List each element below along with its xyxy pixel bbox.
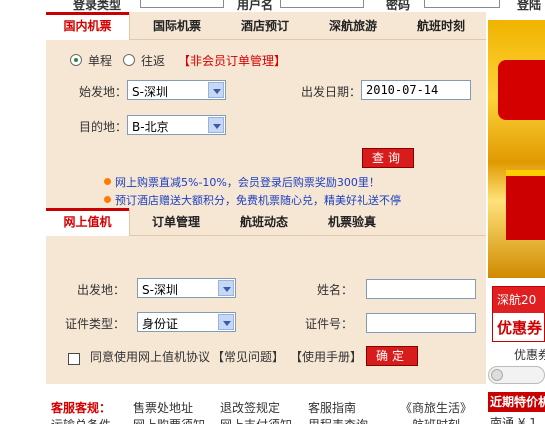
- tab-ticket-verify[interactable]: 机票验真: [310, 208, 394, 236]
- chevron-down-icon[interactable]: [218, 314, 234, 330]
- login-type-label: 登录类型: [73, 0, 122, 12]
- checkin-panel: 网上值机 订单管理 航班动态 机票验真 出发地： S-深圳 姓名： 证件类型： …: [46, 208, 486, 384]
- footer-link-business-life[interactable]: 《商旅生活》: [400, 399, 472, 416]
- tab-online-checkin[interactable]: 网上值机: [46, 208, 130, 236]
- tab-order-management[interactable]: 订单管理: [134, 208, 218, 236]
- footer-link-online-ticket-notice[interactable]: 网上购票须知: [133, 416, 205, 424]
- customer-service-links: 客服客规： 售票处地址 退改签规定 客服指南 《商旅生活》 运输总条件 网上购票…: [46, 397, 486, 424]
- oneway-label: 单程: [88, 54, 113, 68]
- footer-link-flight-schedule[interactable]: 航班时刻: [412, 416, 460, 424]
- destination-select[interactable]: B-北京: [127, 115, 226, 135]
- login-type-select[interactable]: [140, 0, 224, 8]
- username-label: 用户名: [237, 0, 274, 12]
- right-banner-column: 深航20 优惠券 优惠券 近期特价机 南通 ¥ 1: [488, 12, 545, 424]
- tab-flight-status[interactable]: 航班动态: [222, 208, 306, 236]
- manual-link[interactable]: 【使用手册】: [290, 348, 362, 365]
- ribbon-decoration: [498, 60, 545, 120]
- id-number-input[interactable]: [366, 313, 476, 333]
- tab-international-flights[interactable]: 国际机票: [134, 12, 220, 40]
- recent-deals-header: 近期特价机: [488, 392, 545, 412]
- date-label: 出发日期：: [301, 85, 362, 99]
- footer-link-ticket-offices[interactable]: 售票处地址: [133, 399, 193, 416]
- tab-domestic-flights[interactable]: 国内机票: [46, 12, 130, 40]
- username-input[interactable]: [280, 0, 364, 8]
- flight-search-panel: 国内机票 国际机票 酒店预订 深航旅游 航班时刻 单程 往返 【非会员订单管理】…: [46, 12, 486, 208]
- oneway-radio[interactable]: [70, 54, 82, 66]
- agree-checkbox[interactable]: [68, 353, 80, 365]
- agree-label[interactable]: 同意使用网上值机协议: [90, 348, 210, 365]
- coupon-banner[interactable]: 深航20 优惠券: [492, 286, 545, 342]
- coupon-banner-title: 深航20: [493, 287, 545, 313]
- login-button[interactable]: 登陆: [517, 0, 541, 12]
- tab-hotel-booking[interactable]: 酒店预订: [222, 12, 308, 40]
- faq-link[interactable]: 【常见问题】: [212, 348, 284, 365]
- footer-link-transport-terms[interactable]: 运输总条件: [51, 416, 111, 424]
- roundtrip-label: 往返: [141, 54, 166, 68]
- tab-travel[interactable]: 深航旅游: [310, 12, 396, 40]
- promo-banner-image[interactable]: [488, 20, 545, 278]
- chevron-down-icon[interactable]: [208, 117, 224, 133]
- gift-box-decoration: [506, 170, 545, 240]
- search-button[interactable]: 查询: [362, 148, 414, 168]
- footer-link-payment-notice[interactable]: 网上支付须知: [220, 416, 292, 424]
- departure-date-input[interactable]: 2010-07-14: [361, 80, 471, 100]
- banner-scroller[interactable]: [488, 366, 545, 384]
- checkin-departure-select[interactable]: S-深圳: [137, 278, 236, 298]
- footer-link-service-guide[interactable]: 客服指南: [308, 399, 356, 416]
- id-type-value: 身份证: [142, 317, 179, 331]
- promo-line-2[interactable]: 预订酒店赠送大额积分，免费机票随心兑，精美好礼送不停: [104, 192, 401, 208]
- checkin-departure-value: S-深圳: [142, 283, 178, 297]
- scroller-knob[interactable]: [491, 369, 503, 381]
- checkin-tabs: 网上值机 订单管理 航班动态 机票验真: [46, 208, 486, 236]
- password-input[interactable]: [424, 0, 500, 8]
- non-member-order-link[interactable]: 【非会员订单管理】: [178, 52, 286, 69]
- password-label: 密码: [386, 0, 411, 12]
- name-label: 姓名：: [317, 283, 354, 297]
- origin-label: 始发地：: [79, 85, 128, 99]
- promo-text-1[interactable]: 网上购票直减5%-10%，会员登录后购票奖励300里！: [115, 176, 380, 189]
- tab-flight-schedule[interactable]: 航班时刻: [398, 12, 484, 40]
- coupon-caption[interactable]: 优惠券: [514, 346, 545, 363]
- roundtrip-radio[interactable]: [123, 54, 135, 66]
- coupon-banner-sub: 优惠券: [497, 319, 543, 337]
- id-type-label: 证件类型：: [65, 317, 126, 331]
- bullet-icon: [104, 196, 111, 203]
- bullet-icon: [104, 178, 111, 185]
- destination-label: 目的地：: [79, 120, 128, 134]
- id-number-label: 证件号：: [305, 317, 354, 331]
- footer-link-mileage-table[interactable]: 里程表查询: [308, 416, 368, 424]
- promo-line-1[interactable]: 网上购票直减5%-10%，会员登录后购票奖励300里！: [104, 174, 380, 190]
- search-tabs: 国内机票 国际机票 酒店预订 深航旅游 航班时刻: [46, 12, 486, 40]
- departure-date-value: 2010-07-14: [366, 83, 439, 97]
- customer-service-title: 客服客规：: [51, 401, 112, 415]
- promo-text-2[interactable]: 预订酒店赠送大额积分，免费机票随心兑，精美好礼送不停: [115, 194, 401, 207]
- name-input[interactable]: [366, 279, 476, 299]
- destination-value: B-北京: [132, 120, 169, 134]
- chevron-down-icon[interactable]: [218, 280, 234, 296]
- checkin-departure-label: 出发地：: [77, 283, 126, 297]
- confirm-button[interactable]: 确定: [366, 346, 418, 366]
- id-type-select[interactable]: 身份证: [137, 312, 236, 332]
- footer-link-refund-rules[interactable]: 退改签规定: [220, 399, 280, 416]
- chevron-down-icon[interactable]: [208, 82, 224, 98]
- login-strip: 登录类型 用户名 密码 登陆: [0, 0, 545, 12]
- origin-value: S-深圳: [132, 85, 168, 99]
- origin-select[interactable]: S-深圳: [127, 80, 226, 100]
- recent-deal-item[interactable]: 南通 ¥ 1: [490, 414, 545, 424]
